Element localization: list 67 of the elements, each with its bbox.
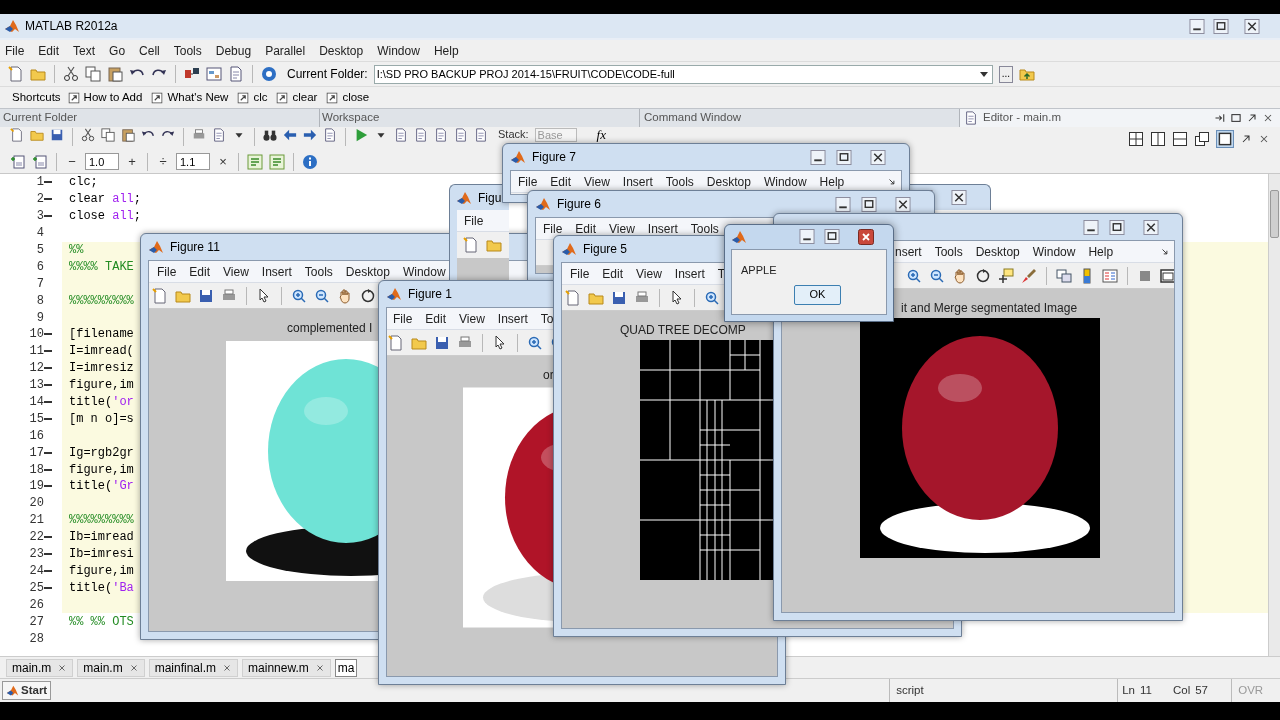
- line-number: 15: [29, 410, 44, 428]
- line-number: 9: [36, 309, 44, 327]
- code-text: clc;: [69, 174, 98, 192]
- line-number: 13: [29, 377, 44, 395]
- code-text: title('or: [69, 394, 134, 412]
- line-number: 16: [29, 427, 44, 445]
- window-title: Figu: [478, 189, 502, 207]
- code-text: title('Ba: [69, 579, 134, 597]
- line-number: 21: [29, 512, 44, 530]
- code-text: Ib=imresi: [69, 546, 134, 564]
- line-number: 3: [36, 208, 44, 226]
- code-text: title('Gr: [69, 478, 134, 496]
- code-text: %%%%%%%%%: [69, 512, 134, 530]
- code-text: I=imresiz: [69, 360, 134, 378]
- plot-title: complemented I: [287, 321, 373, 335]
- code-text: figure,im: [69, 377, 134, 395]
- line-number: 28: [29, 630, 44, 648]
- line-number: 10: [29, 326, 44, 344]
- plot-title: or: [543, 368, 554, 382]
- line-number: 25: [29, 579, 44, 597]
- status-label: Col: [1172, 682, 1191, 698]
- line-number: 27: [29, 613, 44, 631]
- code-text: %%%%%%%%%: [69, 292, 134, 310]
- code-text: figure,im: [69, 562, 134, 580]
- window-title: Figure 11: [170, 239, 220, 256]
- line-number: 2: [36, 191, 44, 209]
- code-text: Ig=rgb2gr: [69, 444, 134, 462]
- plot-title: QUAD TREE DECOMP: [620, 323, 746, 337]
- code-text: [filename: [69, 326, 134, 344]
- line-number: 7: [36, 275, 44, 293]
- line-number: 22: [29, 529, 44, 547]
- line-number: 12: [29, 360, 44, 378]
- line-number: 26: [29, 596, 44, 614]
- status-label: Ln: [1122, 682, 1135, 698]
- line-number: 5: [36, 242, 44, 259]
- line-number: 24: [29, 562, 44, 580]
- code-text: %% %% OTS: [69, 613, 134, 631]
- code-text: %%: [69, 242, 84, 259]
- code-text: Ib=imread: [69, 529, 134, 547]
- code-text: [m n o]=s: [69, 410, 134, 428]
- window-title: MATLAB R2012a: [25, 18, 118, 35]
- line-number: 20: [29, 495, 44, 513]
- line-number: 1: [36, 174, 44, 192]
- status-text: script: [896, 682, 924, 698]
- status-text: OVR: [1238, 682, 1264, 698]
- line-number: 14: [29, 394, 44, 412]
- field-label: Current Folder:: [287, 66, 368, 83]
- line-number: 6: [36, 258, 44, 276]
- window-title: Figure 5: [583, 241, 628, 258]
- line-number: 8: [36, 292, 44, 310]
- status-value: 11: [1140, 682, 1152, 698]
- line-number: 17: [29, 444, 44, 462]
- line-number: 11: [29, 343, 44, 361]
- code-text: close all;: [69, 208, 142, 226]
- code-text: %%%% TAKE: [69, 258, 134, 276]
- window-title: Figure 7: [532, 149, 577, 166]
- line-number: 4: [36, 225, 44, 243]
- code-text: figure,im: [69, 461, 134, 479]
- status-value: 57: [1195, 682, 1208, 698]
- line-number: 23: [29, 546, 44, 564]
- window-title: Figure 1: [408, 286, 453, 303]
- toolbar-label: Shortcuts: [12, 89, 61, 105]
- line-number: 19: [29, 478, 44, 496]
- code-text: I=imread(: [69, 343, 134, 361]
- line-number: 18: [29, 461, 44, 479]
- code-text: clear all;: [69, 191, 142, 209]
- field-label: Stack:: [498, 128, 529, 141]
